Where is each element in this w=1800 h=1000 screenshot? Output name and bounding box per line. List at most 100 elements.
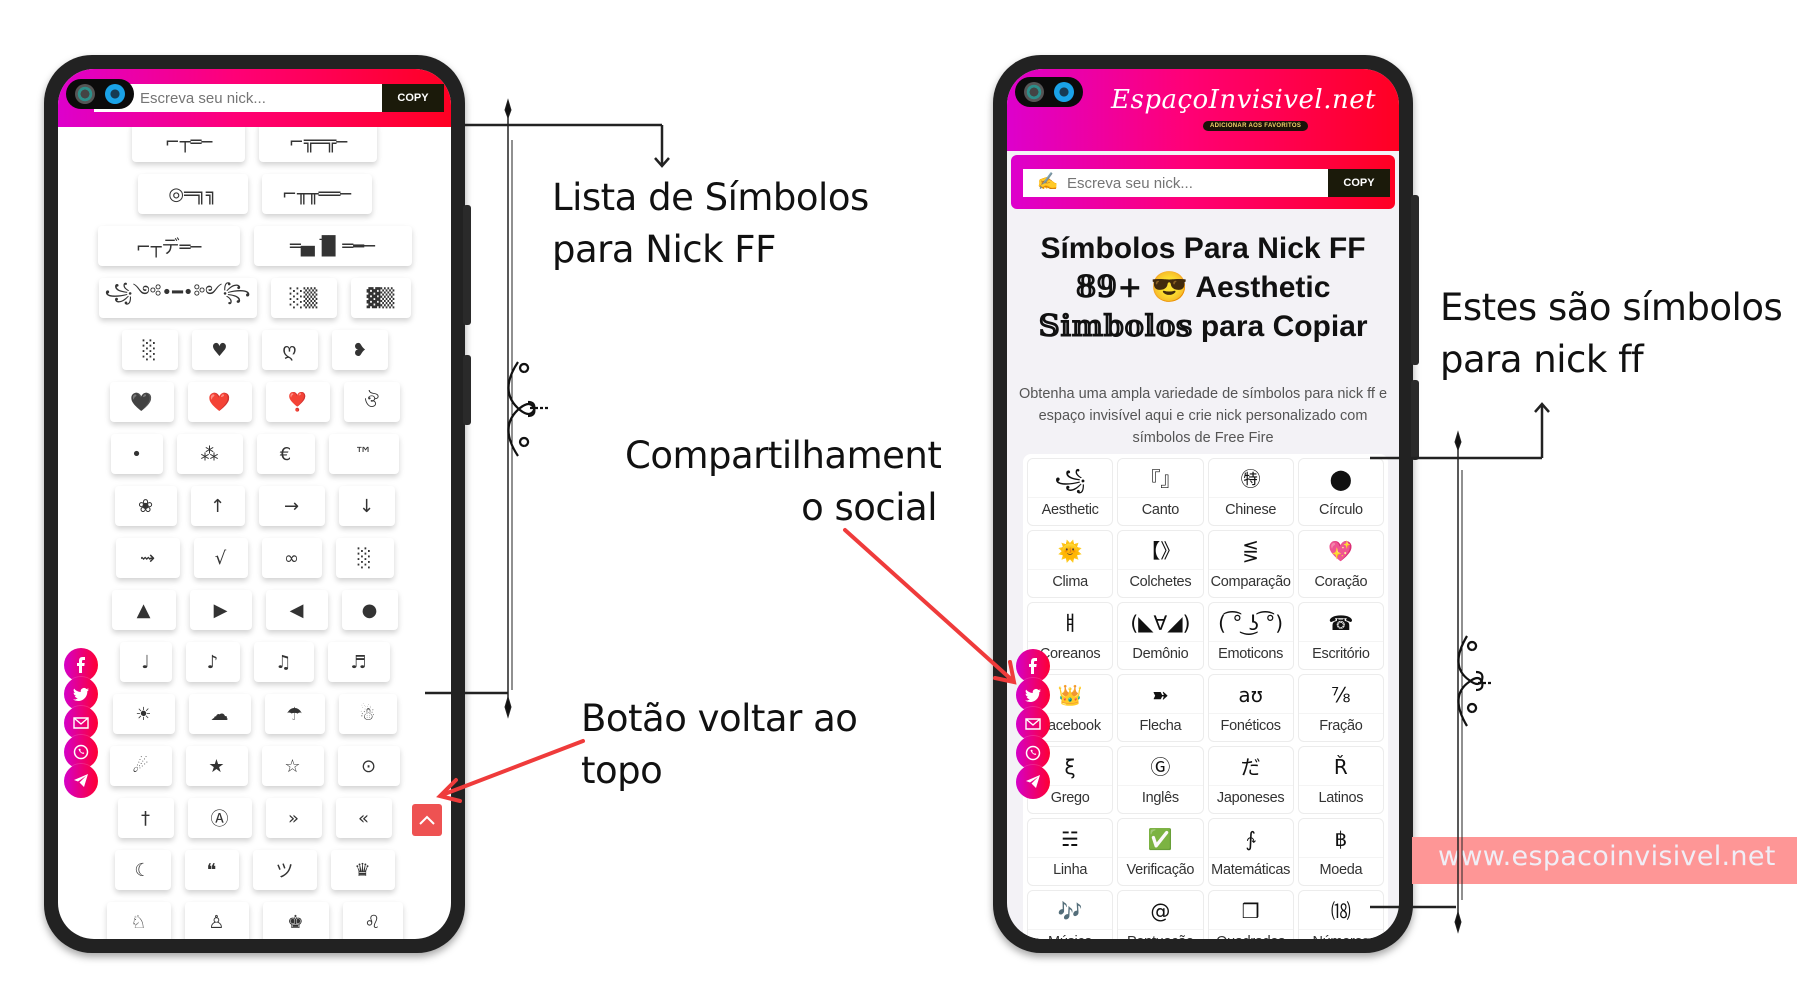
telegram-share-button[interactable] <box>64 764 98 798</box>
symbol-button[interactable]: ☆ <box>261 746 324 786</box>
symbol-button[interactable]: ꧁༺•━•༻꧂ <box>98 278 257 318</box>
symbol-button[interactable]: ▲ <box>111 590 176 630</box>
symbol-button[interactable]: ღ <box>261 330 318 370</box>
symbol-button[interactable]: ঔ <box>343 382 400 422</box>
site-logo[interactable]: EspaçoInvisivel.net <box>1111 85 1376 115</box>
category-fracao[interactable]: ⅞ Fração <box>1297 674 1384 742</box>
nick-input[interactable] <box>94 84 382 112</box>
category-coracao[interactable]: 💖 Coração <box>1297 530 1384 598</box>
category-demonio[interactable]: (◣∀◢) Demônio <box>1117 602 1204 670</box>
category-foneticos[interactable]: aʊ Fonéticos <box>1207 674 1294 742</box>
annotation-line: topo <box>581 749 663 792</box>
symbol-button[interactable]: ♪ <box>185 642 240 682</box>
category-comparacao[interactable]: ⋚ Comparação <box>1207 530 1294 598</box>
category-linha[interactable]: ☵ Linha <box>1027 818 1114 886</box>
symbol-button[interactable]: → <box>258 486 325 526</box>
symbol-button[interactable]: ☃ <box>338 694 397 734</box>
title-line-1: Símbolos Para Nick FF <box>1040 232 1366 265</box>
symbol-button[interactable]: ⌐┬デ═─ <box>97 226 240 266</box>
symbol-button[interactable]: ↑ <box>190 486 245 526</box>
symbol-button[interactable]: ❤️ <box>187 382 252 422</box>
symbol-button[interactable]: » <box>265 798 322 838</box>
symbol-button[interactable]: € <box>256 434 315 474</box>
symbol-button[interactable]: • <box>110 434 163 474</box>
symbol-button[interactable]: ● <box>341 590 398 630</box>
symbol-button[interactable]: ◀ <box>265 590 328 630</box>
symbol-row: ☀ ☁ ☂ ☃ <box>58 691 451 737</box>
symbol-button[interactable]: ⌐┬═─ <box>132 122 245 162</box>
symbol-button[interactable]: † <box>117 798 174 838</box>
symbol-button[interactable]: ツ <box>252 850 317 890</box>
symbol-button[interactable]: ☂ <box>264 694 325 734</box>
symbol-button[interactable]: ↓ <box>338 486 395 526</box>
symbol-button[interactable]: ♌ <box>342 902 403 939</box>
symbol-button[interactable]: ☾ <box>114 850 171 890</box>
category-quadrados[interactable]: ❒ Quadrados <box>1207 890 1294 939</box>
category-japoneses[interactable]: だ Japoneses <box>1207 746 1294 814</box>
back-to-top-button[interactable] <box>412 804 442 836</box>
symbol-button[interactable]: ░ <box>335 538 394 578</box>
symbol-button[interactable]: ☁ <box>188 694 251 734</box>
symbol-button[interactable]: ™ <box>328 434 399 474</box>
copy-button[interactable]: COPY <box>382 84 444 112</box>
website-url: www.espacoinvisivel.net <box>1438 841 1776 872</box>
category-flecha[interactable]: ➽ Flecha <box>1117 674 1204 742</box>
category-emoticons[interactable]: ( ͡° ͜ʖ ͡°) Emoticons <box>1207 602 1294 670</box>
symbol-button[interactable]: ♚ <box>262 902 329 939</box>
category-latinos[interactable]: Ř Latinos <box>1297 746 1384 814</box>
category-pontuacao[interactable]: @ Pontuação <box>1117 890 1204 939</box>
category-ingles[interactable]: Ⓖ Inglês <box>1117 746 1204 814</box>
symbol-button[interactable]: ⌐╦═╦─ <box>259 122 377 162</box>
symbol-button[interactable]: ░ <box>121 330 178 370</box>
category-aesthetic[interactable]: ꧁ Aesthetic <box>1027 458 1114 526</box>
category-label: Linha <box>1028 857 1113 878</box>
category-label: Latinos <box>1298 785 1383 806</box>
symbol-button[interactable]: ♬ <box>327 642 390 682</box>
symbol-button[interactable]: ❥ <box>331 330 388 370</box>
symbol-button[interactable]: ♥ <box>191 330 248 370</box>
category-icon: ☎ <box>1328 611 1354 635</box>
title-aesthetic: Aesthetic <box>1195 271 1331 304</box>
symbol-button[interactable]: 🖤 <box>109 382 174 422</box>
category-escritorio[interactable]: ☎ Escritório <box>1297 602 1384 670</box>
category-musica[interactable]: 🎶 Música <box>1027 890 1114 939</box>
symbol-button[interactable]: ☄ <box>109 746 172 786</box>
symbol-button[interactable]: ◎═╗╗ <box>137 174 248 214</box>
category-chinese[interactable]: ㊕ Chinese <box>1207 458 1294 526</box>
add-favorites-badge[interactable]: ADICIONAR AOS FAVORITOS <box>1203 121 1309 131</box>
symbol-button[interactable]: ═▄▐̅▌═━─ <box>253 226 412 266</box>
symbol-button[interactable]: ⌐╥╥══─ <box>261 174 372 214</box>
symbol-button[interactable]: ░▒ <box>270 278 337 318</box>
symbol-button[interactable]: ⊙ <box>337 746 400 786</box>
symbol-button[interactable]: ▓▒ <box>350 278 411 318</box>
nick-input[interactable] <box>1023 169 1328 197</box>
category-circulo[interactable]: ⬤ Círculo <box>1297 458 1384 526</box>
symbol-button[interactable]: ★ <box>185 746 248 786</box>
category-colchetes[interactable]: 【》 Colchetes <box>1117 530 1204 598</box>
symbol-button[interactable]: ♛ <box>330 850 395 890</box>
symbol-button[interactable]: ♙ <box>184 902 249 939</box>
symbol-button[interactable]: ❝ <box>184 850 239 890</box>
category-canto[interactable]: 『』 Canto <box>1117 458 1204 526</box>
symbol-button[interactable]: Ⓐ <box>187 798 252 838</box>
symbol-button[interactable]: ☀ <box>112 694 175 734</box>
category-clima[interactable]: 🌞 Clima <box>1027 530 1114 598</box>
symbol-button[interactable]: ❀ <box>114 486 177 526</box>
twitter-icon <box>73 687 89 701</box>
category-numeros[interactable]: ⒅ Números <box>1297 890 1384 939</box>
symbol-button[interactable]: ∞ <box>261 538 322 578</box>
symbol-button[interactable]: ❣️ <box>265 382 330 422</box>
symbol-button[interactable]: ⁂ <box>176 434 243 474</box>
symbol-button[interactable]: ▶ <box>189 590 252 630</box>
category-verificacao[interactable]: ✅ Verificação <box>1117 818 1204 886</box>
copy-button[interactable]: COPY <box>1328 169 1390 197</box>
symbol-button[interactable]: ⇝ <box>115 538 180 578</box>
symbol-button[interactable]: « <box>335 798 392 838</box>
symbol-button[interactable]: ♫ <box>253 642 314 682</box>
symbol-button[interactable]: ♩ <box>119 642 172 682</box>
telegram-share-button[interactable] <box>1016 765 1050 799</box>
category-moeda[interactable]: ฿ Moeda <box>1297 818 1384 886</box>
category-matematicas[interactable]: ∱ Matemáticas <box>1207 818 1294 886</box>
symbol-button[interactable]: √ <box>193 538 248 578</box>
symbol-button[interactable]: ♘ <box>106 902 171 939</box>
